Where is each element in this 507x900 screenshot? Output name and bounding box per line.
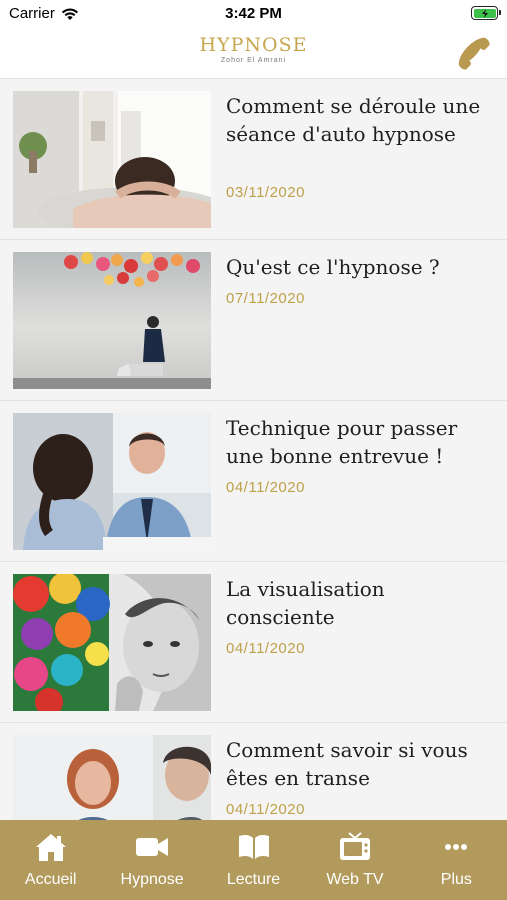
status-time: 3:42 PM <box>225 5 282 22</box>
nav-header: HYPNOSE Zohor El Amrani <box>0 28 507 79</box>
article-date: 04/11/2020 <box>226 479 305 496</box>
article-row[interactable]: Qu'est ce l'hypnose ? 07/11/2020 <box>0 240 507 401</box>
tab-label: Lecture <box>226 871 281 888</box>
tab-plus[interactable]: Plus <box>406 820 507 900</box>
tab-label: Accueil <box>24 871 77 888</box>
article-title: Qu'est ce l'hypnose ? <box>226 255 440 279</box>
tab-label: Plus <box>440 871 472 888</box>
article-title: Comment savoir si vous êtes en transe <box>226 738 468 790</box>
battery-icon <box>471 6 501 20</box>
charging-bolt-icon <box>481 8 488 18</box>
article-title: La visualisation consciente <box>226 577 385 629</box>
tab-web-tv[interactable]: Web TV <box>304 820 405 900</box>
home-icon <box>35 834 66 861</box>
article-row[interactable]: Technique pour passer une bonne entrevue… <box>0 401 507 562</box>
tab-bar: Accueil Hypnose Lecture Web TV Plus <box>0 820 507 900</box>
article-date: 03/11/2020 <box>226 184 305 201</box>
article-thumbnail <box>13 252 211 389</box>
tab-label: Web TV <box>326 871 384 888</box>
article-date: 04/11/2020 <box>226 640 305 657</box>
tab-lecture[interactable]: Lecture <box>203 820 304 900</box>
article-thumbnail <box>13 574 211 711</box>
logo-subtitle: Zohor El Amrani <box>220 57 287 64</box>
tv-icon <box>339 832 370 860</box>
video-camera-icon <box>136 838 169 856</box>
article-date: 04/11/2020 <box>226 801 305 818</box>
article-row[interactable]: Comment savoir si vous êtes en transe 04… <box>0 723 507 820</box>
article-thumbnail <box>13 91 211 228</box>
app-logo: HYPNOSE Zohor El Amrani <box>0 34 507 64</box>
tab-accueil[interactable]: Accueil <box>0 820 101 900</box>
article-row[interactable]: La visualisation consciente 04/11/2020 <box>0 562 507 723</box>
article-thumbnail <box>13 735 211 820</box>
article-thumbnail <box>13 413 211 550</box>
status-bar: Carrier 3:42 PM <box>0 0 507 28</box>
tab-hypnose[interactable]: Hypnose <box>101 820 202 900</box>
logo-title: HYPNOSE <box>199 34 308 56</box>
book-icon <box>238 834 269 859</box>
article-title: Comment se déroule une séance d'auto hyp… <box>226 94 481 146</box>
article-list: Comment se déroule une séance d'auto hyp… <box>0 79 507 820</box>
article-title: Technique pour passer une bonne entrevue… <box>226 416 458 468</box>
article-date: 07/11/2020 <box>226 290 305 307</box>
article-row[interactable]: Comment se déroule une séance d'auto hyp… <box>0 79 507 240</box>
more-icon <box>445 844 468 850</box>
phone-icon[interactable] <box>455 34 493 72</box>
tab-label: Hypnose <box>120 871 184 888</box>
